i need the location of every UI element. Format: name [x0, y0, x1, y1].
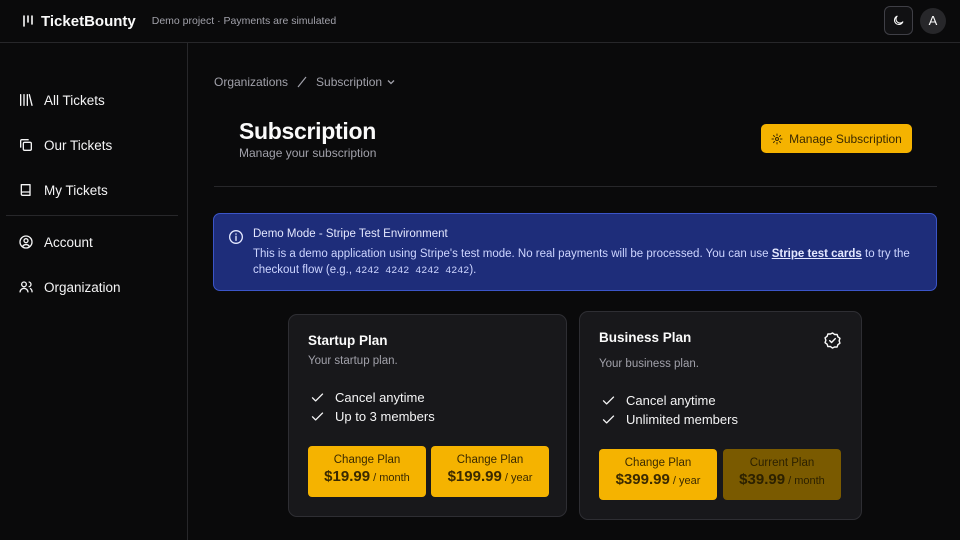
moon-icon: [893, 15, 904, 26]
test-card-number: 4242 4242 4242 4242: [355, 266, 470, 277]
brand-name: TicketBounty: [41, 12, 136, 30]
chevron-down-icon[interactable]: [386, 77, 396, 87]
user-circle-icon: [19, 235, 33, 249]
gear-icon: [771, 133, 783, 144]
top-bar: TicketBounty Demo project · Payments are…: [0, 0, 960, 43]
plan-feature: Up to 3 members: [310, 409, 435, 424]
price-amount: $399.99: [615, 471, 670, 488]
library-icon: [20, 94, 33, 106]
alert-text: This is a demo application using Stripe'…: [253, 248, 772, 260]
breadcrumb-subscription[interactable]: Subscription: [316, 75, 382, 89]
plan-card-startup: Startup Plan Your startup plan. Cancel a…: [288, 314, 567, 517]
check-icon: [311, 412, 324, 421]
slash-icon: [297, 76, 307, 88]
book-icon: [20, 184, 31, 196]
plan-feature: Cancel anytime: [601, 393, 716, 408]
check-icon: [602, 396, 615, 405]
avatar[interactable]: A: [920, 7, 946, 34]
plan-name: Startup Plan: [308, 333, 388, 348]
sidebar-item-account[interactable]: Account: [18, 232, 93, 252]
plan-feature-label: Cancel anytime: [335, 390, 425, 405]
copy-icon: [20, 139, 32, 151]
sidebar-item-label: Our Tickets: [44, 137, 113, 153]
price-period: / month: [785, 475, 825, 487]
breadcrumb-organizations[interactable]: Organizations: [214, 75, 288, 89]
current-plan-button[interactable]: Current Plan $39.99 / month: [723, 449, 841, 500]
plan-card-business: Business Plan Your business plan. Cancel…: [579, 311, 862, 520]
price-button-label: Current Plan: [749, 457, 815, 469]
price-period: / month: [370, 472, 410, 484]
sidebar-item-label: My Tickets: [44, 182, 108, 198]
sidebar-item-label: Account: [44, 234, 93, 250]
check-icon: [602, 415, 615, 424]
plan-feature-label: Unlimited members: [626, 412, 738, 427]
theme-toggle-button[interactable]: [884, 6, 913, 35]
change-plan-yearly-button[interactable]: Change Plan $399.99 / year: [599, 449, 717, 500]
sidebar-item-organization[interactable]: Organization: [18, 277, 121, 297]
kanban-icon: [23, 15, 33, 27]
alert-body: This is a demo application using Stripe'…: [253, 246, 925, 280]
page-title: Subscription: [239, 118, 376, 144]
breadcrumb: Organizations Subscription: [214, 75, 396, 89]
plan-feature-label: Up to 3 members: [335, 409, 435, 424]
demo-note: Demo project · Payments are simulated: [151, 15, 337, 27]
price-amount: $199.99: [447, 468, 502, 485]
sidebar-item-label: Organization: [44, 279, 121, 295]
sidebar-item-label: All Tickets: [44, 92, 105, 108]
price-period: / year: [669, 475, 701, 487]
price-button-label: Change Plan: [456, 454, 524, 466]
sidebar-divider: [6, 215, 178, 216]
price-button-label: Change Plan: [624, 457, 692, 469]
change-plan-monthly-button[interactable]: Change Plan $19.99 / month: [308, 446, 426, 497]
check-icon: [311, 393, 324, 402]
sidebar: All Tickets Our Tickets My Tickets Accou…: [0, 43, 188, 540]
brand[interactable]: TicketBounty: [22, 13, 136, 30]
plan-feature: Cancel anytime: [310, 390, 425, 405]
alert-title: Demo Mode - Stripe Test Environment: [253, 228, 448, 240]
plan-feature: Unlimited members: [601, 412, 738, 427]
users-icon: [19, 281, 33, 293]
plan-feature-label: Cancel anytime: [626, 393, 716, 408]
price-button-label: Change Plan: [333, 454, 401, 466]
alert-text: ).: [469, 264, 477, 276]
plan-description: Your startup plan.: [308, 355, 398, 367]
sidebar-item-my-tickets[interactable]: My Tickets: [18, 180, 108, 200]
sidebar-item-our-tickets[interactable]: Our Tickets: [18, 135, 112, 155]
price-amount: $39.99: [739, 471, 786, 488]
badge-check-icon: [824, 332, 841, 349]
sidebar-item-all-tickets[interactable]: All Tickets: [18, 90, 105, 110]
header-divider: [214, 186, 937, 187]
plan-description: Your business plan.: [599, 358, 699, 370]
price-period: / year: [501, 472, 533, 484]
manage-subscription-label: Manage Subscription: [789, 131, 902, 146]
stripe-test-cards-link[interactable]: Stripe test cards: [772, 248, 862, 260]
manage-subscription-button[interactable]: Manage Subscription: [761, 124, 912, 153]
price-amount: $19.99: [324, 468, 371, 485]
info-icon: [229, 230, 243, 244]
page-subtitle: Manage your subscription: [239, 146, 377, 160]
plan-name: Business Plan: [599, 330, 692, 345]
demo-mode-alert: Demo Mode - Stripe Test Environment This…: [213, 213, 937, 291]
change-plan-yearly-button[interactable]: Change Plan $199.99 / year: [431, 446, 549, 497]
